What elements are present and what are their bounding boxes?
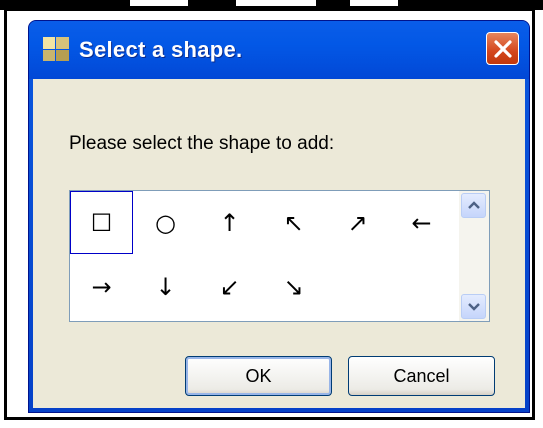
- shape-item-square[interactable]: ☐: [70, 191, 133, 254]
- chevron-down-icon: [467, 303, 480, 311]
- chevron-up-icon: [467, 201, 480, 209]
- shape-item-arrow-up-left[interactable]: ↖: [262, 191, 325, 254]
- arrow-down-icon: ↓: [155, 272, 176, 301]
- dialog-body: Please select the shape to add: ☐ ○ ↑ ↖ …: [33, 79, 525, 408]
- arrow-right-icon: →: [91, 272, 112, 301]
- close-icon: [494, 40, 512, 58]
- close-button[interactable]: [486, 32, 519, 65]
- shape-item-arrow-up-right[interactable]: ↗: [326, 191, 389, 254]
- title-bar[interactable]: Select a shape.: [29, 21, 529, 79]
- scroll-down-button[interactable]: [461, 294, 486, 319]
- circle-shape-icon: ○: [155, 208, 176, 237]
- list-scrollbar[interactable]: [459, 191, 489, 321]
- arrow-up-icon: ↑: [219, 208, 240, 237]
- prompt-label: Please select the shape to add:: [69, 133, 335, 154]
- app-icon: [43, 37, 69, 61]
- shape-item-arrow-down[interactable]: ↓: [134, 255, 197, 318]
- arrow-down-right-icon: ↘: [283, 272, 304, 301]
- arrow-up-left-icon: ↖: [283, 208, 304, 237]
- scroll-up-button[interactable]: [461, 193, 486, 218]
- arrow-down-left-icon: ↙: [219, 272, 240, 301]
- shape-item-arrow-down-right[interactable]: ↘: [262, 255, 325, 318]
- arrow-left-icon: ←: [411, 208, 432, 237]
- select-shape-dialog: Select a shape. Please select the shape …: [28, 20, 530, 413]
- shape-item-arrow-right[interactable]: →: [70, 255, 133, 318]
- shape-item-arrow-up[interactable]: ↑: [198, 191, 261, 254]
- shape-item-arrow-down-left[interactable]: ↙: [198, 255, 261, 318]
- ok-button[interactable]: OK: [185, 356, 332, 396]
- shape-item-circle[interactable]: ○: [134, 191, 197, 254]
- arrow-up-right-icon: ↗: [347, 208, 368, 237]
- dialog-title: Select a shape.: [79, 37, 243, 62]
- shape-list[interactable]: ☐ ○ ↑ ↖ ↗ ← → ↓ ↙ ↘: [69, 190, 490, 322]
- shape-item-arrow-left[interactable]: ←: [390, 191, 453, 254]
- square-shape-icon: ☐: [90, 208, 113, 237]
- cancel-button[interactable]: Cancel: [348, 356, 495, 396]
